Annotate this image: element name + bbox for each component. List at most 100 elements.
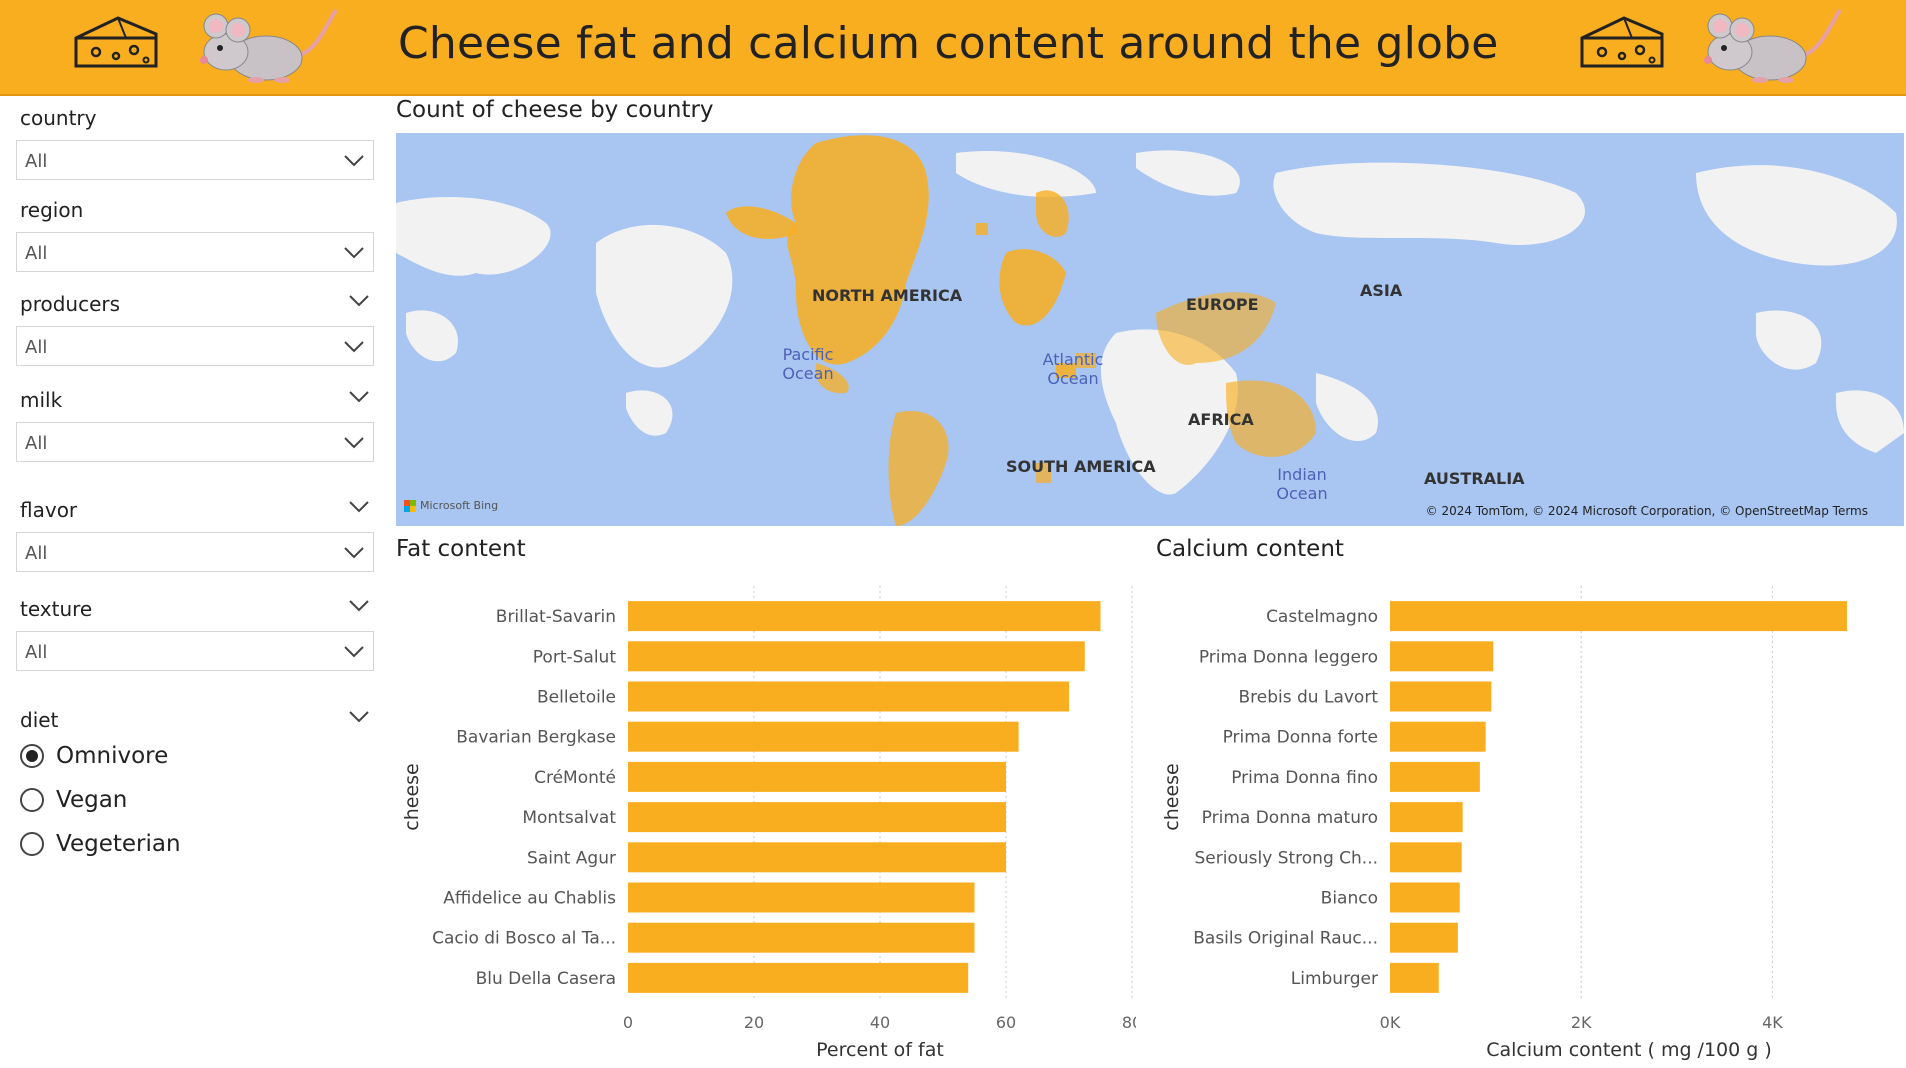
- bar[interactable]: [628, 962, 969, 993]
- cheese-icon: [74, 16, 158, 68]
- calcium-chart-title: Calcium content: [1156, 536, 1344, 562]
- category-label: Prima Donna maturo: [1202, 808, 1378, 828]
- fat-chart-title: Fat content: [396, 536, 526, 562]
- calcium-content-chart[interactable]: 0K 2K 4K Castelmagno Prima Donna leggero Breb…: [1156, 576, 1896, 1066]
- continent-label-europe: EUROPE: [1186, 295, 1259, 314]
- radio-unselected-icon: [20, 832, 44, 856]
- flavor-dropdown-value: All: [25, 543, 48, 564]
- texture-dropdown[interactable]: All: [16, 631, 374, 671]
- category-label: Prima Donna fino: [1231, 768, 1378, 788]
- category-label: Prima Donna leggero: [1199, 647, 1378, 667]
- bing-logo: Microsoft Bing: [404, 499, 498, 512]
- category-label: Affidelice au Chablis: [443, 889, 616, 909]
- dashboard-title: Cheese fat and calcium content around th…: [398, 18, 1499, 69]
- flavor-dropdown[interactable]: All: [16, 532, 374, 572]
- diet-option-label: Omnivore: [56, 743, 169, 769]
- x-tick-label: 2K: [1571, 1013, 1592, 1032]
- cheese-icon: [1580, 16, 1664, 68]
- texture-slicer-label: texture: [20, 597, 93, 621]
- chevron-down-icon: [344, 341, 364, 353]
- x-axis-title: Percent of fat: [816, 1039, 944, 1061]
- country-dropdown[interactable]: All: [16, 140, 374, 180]
- category-label: Bianco: [1321, 889, 1378, 909]
- category-label: Castelmagno: [1266, 607, 1378, 627]
- x-tick-label: 40: [870, 1013, 890, 1032]
- bar[interactable]: [1390, 962, 1439, 993]
- category-label: Seriously Strong Ch...: [1195, 848, 1378, 868]
- milk-dropdown-value: All: [25, 433, 48, 454]
- diet-option-label: Vegan: [56, 787, 128, 813]
- bar[interactable]: [1390, 681, 1492, 712]
- category-label: Prima Donna forte: [1223, 728, 1378, 748]
- bar[interactable]: [1390, 721, 1486, 752]
- ocean-label-pacific: Pacific Ocean: [782, 345, 834, 383]
- x-tick-label: 0K: [1380, 1013, 1401, 1032]
- region-dropdown-value: All: [25, 243, 48, 264]
- bar[interactable]: [628, 641, 1085, 672]
- category-label: Belletoile: [537, 688, 616, 708]
- bar[interactable]: [628, 681, 1069, 712]
- category-label: Montsalvat: [522, 808, 616, 828]
- diet-option-vegan[interactable]: Vegan: [20, 786, 127, 814]
- bar[interactable]: [1390, 882, 1460, 913]
- bar[interactable]: [1390, 601, 1847, 632]
- chevron-down-icon: [344, 437, 364, 449]
- bar[interactable]: [1390, 761, 1480, 792]
- bar[interactable]: [628, 882, 975, 913]
- bing-text: Microsoft Bing: [420, 499, 499, 512]
- x-tick-label: 0: [623, 1013, 633, 1032]
- bar[interactable]: [1390, 802, 1463, 833]
- collapse-chevron-icon[interactable]: [348, 390, 370, 404]
- region-slicer-label: region: [20, 198, 84, 222]
- microsoft-logo-icon: [404, 499, 416, 512]
- map-title: Count of cheese by country: [396, 97, 714, 123]
- diet-option-omnivore[interactable]: Omnivore: [20, 742, 168, 770]
- bar[interactable]: [628, 721, 1019, 752]
- bar[interactable]: [628, 922, 975, 953]
- milk-dropdown[interactable]: All: [16, 422, 374, 462]
- diet-slicer-label: diet: [20, 708, 59, 732]
- x-tick-label: 60: [996, 1013, 1016, 1032]
- x-axis-title: Calcium content ( mg /100 g ): [1486, 1039, 1772, 1061]
- region-dropdown[interactable]: All: [16, 232, 374, 272]
- category-label: Basils Original Rauc...: [1193, 929, 1378, 949]
- y-axis-title: cheese: [1161, 763, 1183, 830]
- radio-selected-icon: [20, 744, 44, 768]
- fat-content-chart[interactable]: 0 20 40 60 80 Brillat-Savarin Port-Salut Bellet…: [396, 576, 1136, 1066]
- mouse-icon: [1704, 8, 1842, 83]
- chevron-down-icon: [344, 247, 364, 259]
- bar[interactable]: [628, 802, 1006, 833]
- x-tick-label: 20: [744, 1013, 764, 1032]
- producers-slicer-label: producers: [20, 292, 121, 316]
- dashboard-header: Cheese fat and calcium content around th…: [0, 0, 1906, 96]
- category-label: Saint Agur: [527, 848, 616, 868]
- diet-option-vegeterian[interactable]: Vegeterian: [20, 830, 181, 858]
- world-map[interactable]: NORTH AMERICA EUROPE ASIA AFRICA SOUTH A…: [396, 133, 1904, 526]
- collapse-chevron-icon[interactable]: [348, 294, 370, 308]
- y-axis-title: cheese: [401, 763, 423, 830]
- collapse-chevron-icon[interactable]: [348, 599, 370, 613]
- chevron-down-icon: [344, 547, 364, 559]
- producers-dropdown-value: All: [25, 337, 48, 358]
- ocean-label-indian: Indian Ocean: [1276, 465, 1328, 503]
- chevron-down-icon: [344, 646, 364, 658]
- mouse-icon: [200, 8, 338, 83]
- collapse-chevron-icon[interactable]: [348, 500, 370, 514]
- category-label: Port-Salut: [533, 647, 617, 667]
- bar[interactable]: [628, 842, 1006, 873]
- collapse-chevron-icon[interactable]: [348, 710, 370, 724]
- bar[interactable]: [1390, 922, 1458, 953]
- producers-dropdown[interactable]: All: [16, 326, 374, 366]
- map-attribution[interactable]: © 2024 TomTom, © 2024 Microsoft Corporat…: [1426, 504, 1868, 518]
- bar[interactable]: [1390, 641, 1494, 672]
- bar[interactable]: [1390, 842, 1462, 873]
- flavor-slicer-label: flavor: [20, 498, 78, 522]
- bar[interactable]: [628, 761, 1006, 792]
- bar[interactable]: [628, 601, 1101, 632]
- category-label: CréMonté: [534, 768, 616, 788]
- continent-label-north-america: NORTH AMERICA: [812, 286, 963, 305]
- radio-unselected-icon: [20, 788, 44, 812]
- ocean-label-atlantic: Atlantic Ocean: [1042, 350, 1104, 388]
- x-tick-label: 4K: [1762, 1013, 1783, 1032]
- milk-slicer-label: milk: [20, 388, 63, 412]
